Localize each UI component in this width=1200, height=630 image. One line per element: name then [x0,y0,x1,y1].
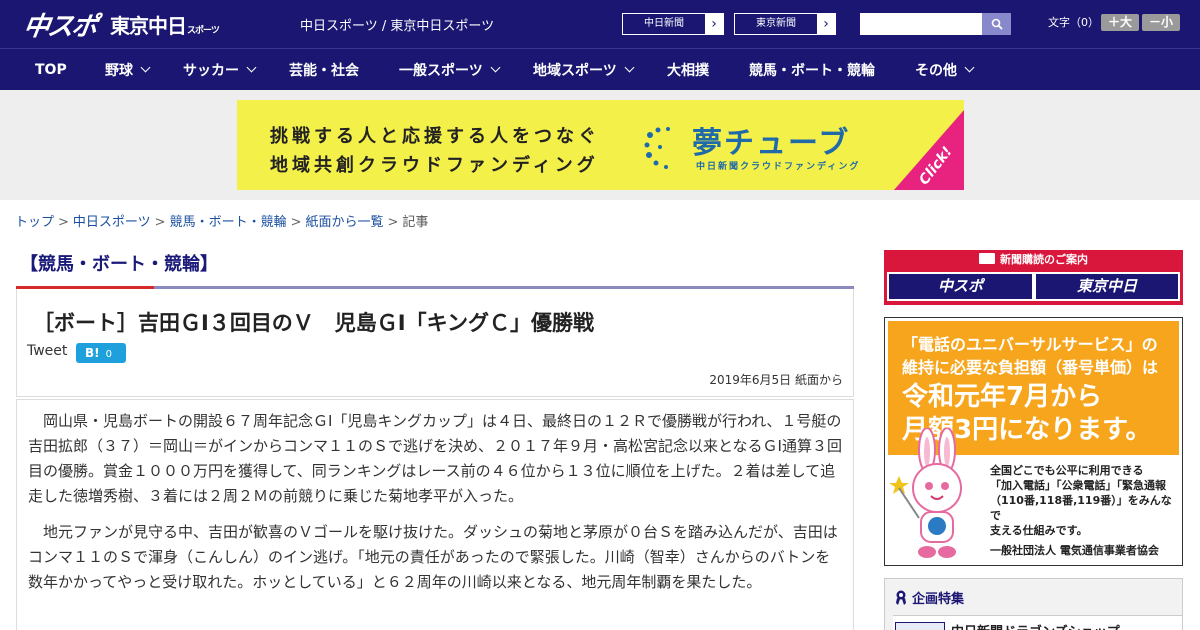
subscription-box: 新聞購読のご案内 中スポ 東京中日 [884,250,1183,305]
subscribe-chunichi-sports-button[interactable]: 中スポ [887,272,1034,301]
feature-item[interactable]: 中日新聞ドラゴンズショップ [893,615,1182,630]
ad-description: 全国どこでも公平に利用できる 「加入電話」「公衆電話」「緊急通報 （110番,1… [990,464,1172,537]
subscribe-tokyo-chunichi-button[interactable]: 東京中日 [1034,272,1180,301]
chevron-down-icon [246,62,257,73]
banner-text-line2: 地域共創クラウドファンディング [270,155,599,176]
article-paragraph: 岡山県・児島ボートの開設６７周年記念ＧⅠ「児島キングカップ」は４日、最終日の１２… [28,412,842,505]
nav-item-general-sports[interactable]: 一般スポーツ [399,49,501,90]
breadcrumb-chunichi-sports[interactable]: 中日スポーツ [73,215,151,230]
chevron-down-icon [140,62,151,73]
nav-item-baseball[interactable]: 野球 [105,49,151,90]
bunny-mascot-icon [889,428,962,558]
newspaper-icon [979,253,995,264]
search-button[interactable] [982,13,1011,35]
feature-item-label: 中日新聞ドラゴンズショップ [951,621,1120,630]
font-size-label: 文字（0） [1048,16,1099,29]
universal-service-ad[interactable]: 「電話のユニバーサルサービス」の 維持に必要な負担額（番号単価）は 令和元年7月… [884,317,1183,566]
banner-text-line1: 挑戦する人と応援する人をつなぐ [270,126,600,147]
nav-item-local-sports[interactable]: 地域スポーツ [533,49,635,90]
breadcrumb-top[interactable]: トップ [15,215,54,230]
ad-organization: 一般社団法人 電気通信事業者協会 [990,544,1159,557]
article-body: 岡山県・児島ボートの開設６７周年記念ＧⅠ「児島キングカップ」は４日、最終日の１２… [16,399,854,630]
chevron-right-icon: › [823,16,829,32]
logo-tokyo-chunichi[interactable]: 東京中日スポーツ [110,10,220,39]
dream-tube-logo: 夢チューブ [692,126,851,161]
hatena-bookmark-button[interactable]: B! 0 [76,343,126,363]
nav-item-entertainment[interactable]: 芸能・社会 [289,49,359,90]
breadcrumb-keiba-boat-keirin[interactable]: 競馬・ボート・競輪 [170,215,287,230]
nav-item-soccer[interactable]: サッカー [183,49,257,90]
font-larger-button[interactable]: ＋大 [1101,14,1139,31]
category-title: 【競馬・ボート・競輪】 [20,254,218,275]
dream-tube-dots-icon [644,127,670,169]
dream-tube-subtitle: 中日新聞クラウドファンディング [696,162,861,172]
font-smaller-button[interactable]: －小 [1142,14,1180,31]
nav-item-keiba-boat-keirin[interactable]: 競馬・ボート・競輪 [749,49,875,90]
article-date: 2019年6月5日 紙面から [709,373,843,387]
nav-item-top[interactable]: TOP [35,49,67,90]
hatena-count: 0 [105,349,112,360]
article-paragraph: 地元ファンが見守る中、吉田が歓喜のＶゴールを駆け抜けた。ダッシュの菊地と茅原が０… [28,523,838,591]
chevron-down-icon [964,62,975,73]
breadcrumb-current: 記事 [402,215,429,230]
chevron-down-icon [490,62,501,73]
subscription-heading: 新聞購読のご案内 [884,250,1183,270]
breadcrumb: トップ > 中日スポーツ > 競馬・ボート・競輪 > 紙面から一覧 > 記事 [15,215,429,230]
site-logo[interactable]: 中スポ 東京中日スポーツ [21,6,220,43]
search-input[interactable] [860,13,982,35]
search-icon [991,18,1003,30]
feature-thumbnail [895,622,945,630]
article-header: ［ボート］吉田ＧⅠ３回目のＶ 児島ＧⅠ「キングＣ」優勝戦 Tweet B! 0 2… [16,289,854,397]
crowdfunding-banner[interactable]: 挑戦する人と応援する人をつなぐ 地域共創クラウドファンディング 夢チューブ 中日… [237,100,964,190]
nav-item-sumo[interactable]: 大相撲 [667,49,709,90]
chunichi-shimbun-button[interactable]: 中日新聞 › [622,13,724,35]
main-nav: TOP 野球 サッカー 芸能・社会 一般スポーツ 地域スポーツ 大相撲 競馬・ボ… [0,48,1200,90]
tweet-button[interactable]: Tweet [27,343,67,359]
site-header: 中スポ 東京中日スポーツ 中日スポーツ / 東京中日スポーツ 中日新聞 › 東京… [0,0,1200,48]
ribbon-icon [896,590,906,605]
tokyo-shimbun-button[interactable]: 東京新聞 › [734,13,836,35]
feature-box: 企画特集 中日新聞ドラゴンズショップ [884,578,1183,630]
article-title: ［ボート］吉田ＧⅠ３回目のＶ 児島ＧⅠ「キングＣ」優勝戦 [33,311,594,335]
site-names: 中日スポーツ / 東京中日スポーツ [300,19,495,34]
chevron-right-icon: › [711,16,717,32]
logo-chunichi-sports[interactable]: 中スポ [21,6,98,43]
nav-item-other[interactable]: その他 [915,49,975,90]
banner-zone: 挑戦する人と応援する人をつなぐ 地域共創クラウドファンディング 夢チューブ 中日… [0,90,1200,200]
breadcrumb-paper-list[interactable]: 紙面から一覧 [306,215,384,230]
feature-title: 企画特集 [895,588,964,607]
chevron-down-icon [624,62,635,73]
